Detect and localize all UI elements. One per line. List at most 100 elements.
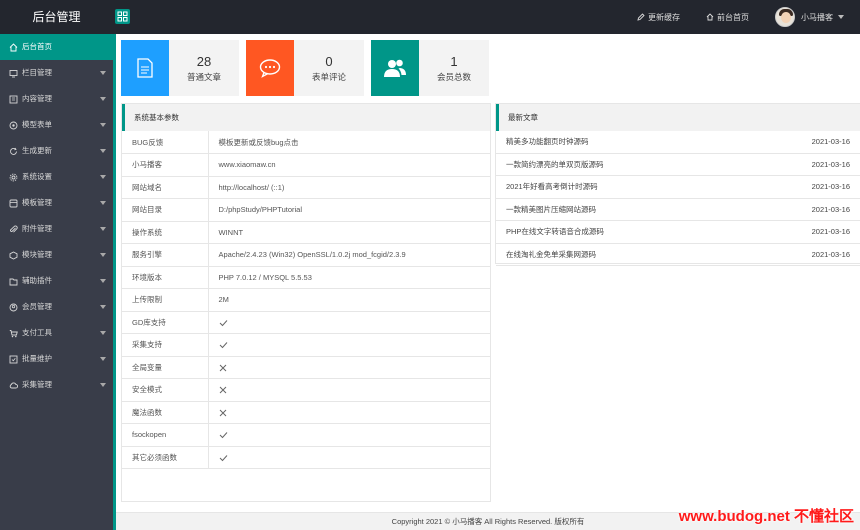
user-menu[interactable]: 小马播客 — [775, 7, 844, 27]
key-cell: fsockopen — [122, 423, 209, 447]
system-panel-title: 系统基本参数 — [122, 104, 490, 131]
username: 小马播客 — [801, 12, 833, 22]
sidebar-item-label: 模板管理 — [22, 198, 52, 207]
list-item[interactable]: 精美多功能翻页时钟源码 2021-03-16 — [496, 131, 860, 154]
chevron-down-icon — [100, 201, 106, 205]
chevron-down-icon — [100, 305, 106, 309]
stat-label: 表单评论 — [311, 72, 346, 82]
key-cell: 网站目录 — [122, 198, 209, 222]
sidebar-item-label: 支付工具 — [22, 328, 52, 337]
list-item[interactable]: 一款简约漂亮的单双页版源码 2021-03-16 — [496, 154, 860, 176]
users-icon — [371, 40, 419, 96]
article-date: 2021-03-16 — [811, 137, 850, 147]
table-row: 操作系统 WINNT — [122, 221, 490, 244]
sidebar-item-10[interactable]: 辅助插件 — [0, 268, 113, 294]
table-row: 魔法函数 — [122, 401, 490, 424]
sidebar-item-label: 批量维护 — [22, 354, 52, 363]
sidebar-item-label: 栏目管理 — [22, 68, 52, 77]
sidebar-item-label: 生成更新 — [22, 146, 52, 155]
sidebar-item-8[interactable]: 附件管理 — [0, 216, 113, 242]
stat-card-2[interactable]: 0 表单评论 — [246, 40, 364, 96]
chevron-down-icon — [100, 357, 106, 361]
batch-icon — [9, 355, 18, 363]
key-cell: 采集支持 — [122, 333, 209, 357]
value-cell[interactable]: 模板更新或反馈bug点击 — [208, 131, 490, 154]
chevron-down-icon — [100, 71, 106, 75]
cart-icon — [9, 329, 18, 337]
table-row: 上传限制 2M — [122, 288, 490, 312]
refresh-icon — [10, 147, 17, 155]
stat-count: 0 — [325, 54, 333, 69]
chevron-down-icon — [100, 331, 106, 335]
article-date: 2021-03-16 — [811, 182, 850, 192]
article-title[interactable]: 一款精美图片压缩网站源码 — [506, 204, 596, 215]
stat-count: 1 — [450, 54, 458, 69]
table-row: 安全模式 — [122, 378, 490, 402]
sidebar-item-7[interactable]: 模板管理 — [0, 190, 113, 216]
article-title[interactable]: PHP在线文字转语音合成源码 — [506, 226, 604, 237]
key-cell: 网站域名 — [122, 176, 209, 199]
key-cell: 环境版本 — [122, 266, 209, 289]
main-content: 28 普通文章 0 表单评论 1 会员总数 系统基本参数 BUG反馈 模板更新或反馈bug点… — [113, 34, 860, 530]
system-panel: 系统基本参数 BUG反馈 模板更新或反馈bug点击 小马播客 www.xiaomaw.… — [121, 103, 491, 502]
value-cell: http://localhost/ (::1) — [208, 176, 490, 199]
article-title[interactable]: 一款简约漂亮的单双页版源码 — [506, 159, 604, 170]
table-row: 小马播客 www.xiaomaw.cn — [122, 153, 490, 177]
list-item[interactable]: 一款精美图片压缩网站源码 2021-03-16 — [496, 199, 860, 221]
stat-card-3[interactable]: 1 会员总数 — [371, 40, 489, 96]
app-title[interactable]: 后台管理 — [0, 0, 113, 34]
module-icon — [9, 250, 18, 260]
chevron-down-icon — [100, 383, 106, 387]
content-icon — [9, 95, 18, 103]
articles-panel: 最新文章 精美多功能翻页时钟源码 2021-03-16 一款简约漂亮的单双页版源码 2… — [495, 103, 860, 266]
sidebar-item-5[interactable]: 生成更新 — [0, 138, 113, 164]
key-cell: BUG反馈 — [122, 131, 209, 154]
article-title[interactable]: 在线淘礼金免单采集网源码 — [506, 249, 596, 260]
list-item[interactable]: 在线淘礼金免单采集网源码 2021-03-16 — [496, 244, 860, 266]
article-date: 2021-03-16 — [811, 204, 850, 214]
value-cell — [208, 333, 490, 357]
value-cell: D:/phpStudy/PHPTutorial — [208, 198, 490, 222]
article-title[interactable]: 精美多功能翻页时钟源码 — [506, 136, 589, 147]
cross-icon — [219, 386, 226, 394]
sidebar-item-14[interactable]: 采集管理 — [0, 372, 113, 398]
gear-icon — [9, 173, 18, 181]
table-row: 环境版本 PHP 7.0.12 / MYSQL 5.5.53 — [122, 266, 490, 289]
article-title[interactable]: 2021年好看高考倒计时源码 — [506, 181, 598, 192]
sidebar-item-11[interactable]: 会员管理 — [0, 294, 113, 320]
sidebar-item-12[interactable]: 支付工具 — [0, 320, 113, 346]
key-cell: 安全模式 — [122, 378, 209, 402]
stat-label: 会员总数 — [436, 72, 471, 82]
sidebar-item-4[interactable]: 模型表单 — [0, 112, 113, 138]
sidebar-item-2[interactable]: 栏目管理 — [0, 60, 113, 86]
list-item[interactable]: 2021年好看高考倒计时源码 2021-03-16 — [496, 176, 860, 199]
check-icon — [219, 454, 227, 461]
sidebar-item-9[interactable]: 模块管理 — [0, 242, 113, 268]
list-item[interactable]: PHP在线文字转语音合成源码 2021-03-16 — [496, 221, 860, 244]
sidebar-item-label: 模块管理 — [22, 250, 52, 259]
stats-row: 28 普通文章 0 表单评论 1 会员总数 — [121, 40, 496, 96]
cross-icon — [219, 409, 226, 417]
front-page-link[interactable]: 前台首页 — [706, 12, 749, 23]
sidebar-item-1[interactable]: 后台首页 — [0, 34, 113, 60]
key-cell: 上传限制 — [122, 288, 209, 312]
front-page-label: 前台首页 — [717, 12, 749, 22]
sidebar-item-label: 模型表单 — [22, 120, 52, 129]
monitor-icon — [9, 69, 18, 77]
table-row: 采集支持 — [122, 333, 490, 357]
sidebar-item-label: 会员管理 — [22, 302, 52, 311]
sidebar-item-3[interactable]: 内容管理 — [0, 86, 113, 112]
value-cell: PHP 7.0.12 / MYSQL 5.5.53 — [208, 266, 490, 289]
sidebar-item-13[interactable]: 批量维护 — [0, 346, 113, 372]
sidebar-item-label: 后台首页 — [22, 42, 52, 51]
article-date: 2021-03-16 — [811, 249, 850, 259]
sidebar-toggle-button[interactable] — [115, 9, 130, 24]
stat-card-1[interactable]: 28 普通文章 — [121, 40, 239, 96]
sidebar-item-6[interactable]: 系统设置 — [0, 164, 113, 190]
value-cell — [208, 423, 490, 447]
value-cell — [208, 446, 490, 469]
update-cache-link[interactable]: 更新缓存 — [637, 12, 680, 23]
check-icon — [219, 319, 227, 326]
value-cell — [208, 356, 490, 379]
key-cell: 魔法函数 — [122, 401, 209, 424]
